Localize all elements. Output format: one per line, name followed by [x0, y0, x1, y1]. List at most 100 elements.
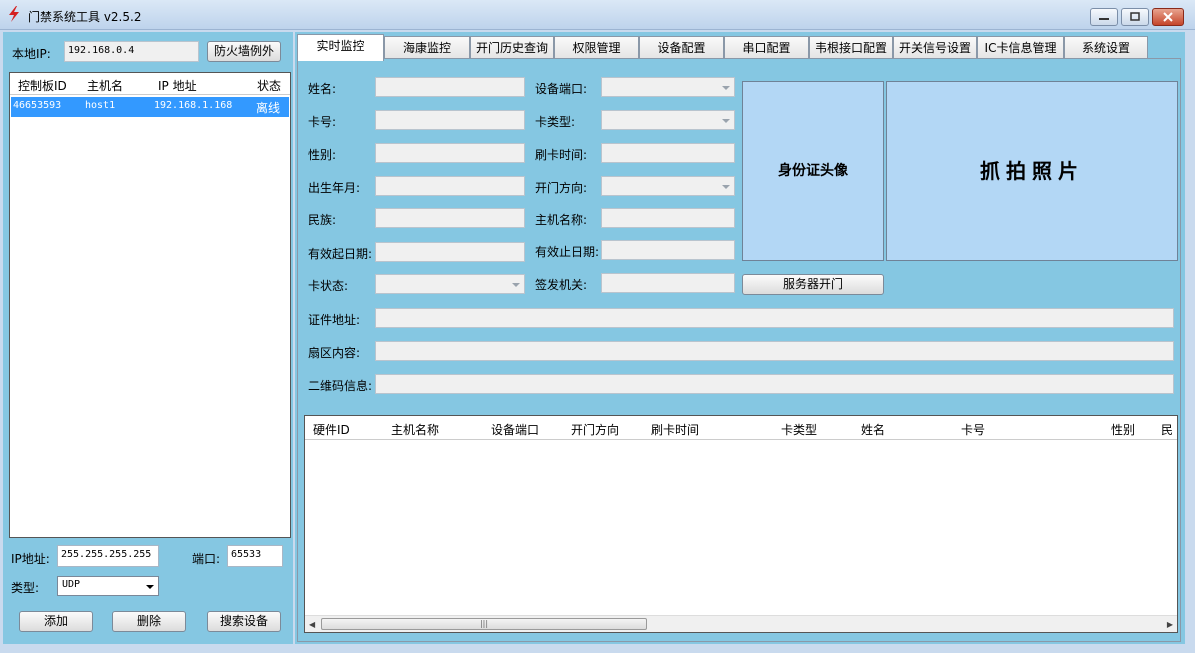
tab-door-history[interactable]: 开门历史查询 — [470, 36, 554, 60]
cell-host: host1 — [85, 100, 116, 111]
issuer-field[interactable] — [601, 273, 735, 293]
horizontal-scrollbar[interactable]: ◀ ||| ▶ — [305, 615, 1177, 632]
swipe-records-table[interactable]: 硬件ID 主机名称 设备端口 开门方向 刷卡时间 卡类型 姓名 卡号 性别 民 … — [304, 415, 1178, 633]
main-panel: 实时监控 海康监控 开门历史查询 权限管理 设备配置 串口配置 韦根接口配置 开… — [295, 32, 1185, 644]
card-no-field[interactable] — [375, 110, 525, 130]
title-bar: 门禁系统工具 v2.5.2 — [0, 0, 1195, 30]
maximize-button[interactable] — [1121, 8, 1149, 26]
scroll-thumb[interactable]: ||| — [321, 618, 647, 630]
chevron-down-icon — [722, 86, 730, 90]
id-photo-panel: 身份证头像 — [742, 81, 884, 261]
host-name-label: 主机名称: — [535, 213, 588, 227]
card-type-label: 卡类型: — [535, 115, 576, 129]
host-name-field[interactable] — [601, 208, 735, 228]
close-button[interactable] — [1152, 8, 1184, 26]
tab-wiegand-config[interactable]: 韦根接口配置 — [809, 36, 893, 60]
chevron-down-icon — [512, 283, 520, 287]
device-list-header: 控制板ID 主机名 IP 地址 状态 — [10, 73, 290, 95]
device-list[interactable]: 控制板ID 主机名 IP 地址 状态 46653593 host1 192.16… — [9, 72, 291, 538]
ethnicity-label: 民族: — [308, 213, 337, 227]
column-header[interactable]: 姓名 — [861, 421, 885, 438]
column-header[interactable]: 状态 — [257, 77, 281, 94]
tab-ic-card[interactable]: IC卡信息管理 — [977, 36, 1064, 60]
valid-to-field[interactable] — [601, 240, 735, 260]
close-icon — [1163, 12, 1173, 22]
id-photo-label: 身份证头像 — [778, 163, 848, 179]
snapshot-label: 抓拍照片 — [980, 159, 1084, 183]
column-header[interactable]: 民 — [1161, 421, 1176, 438]
column-header[interactable]: 主机名 — [87, 77, 123, 94]
gender-field[interactable] — [375, 143, 525, 163]
scroll-left-icon[interactable]: ◀ — [309, 620, 315, 629]
local-ip-label: 本地IP: — [12, 47, 51, 61]
cell-id: 46653593 — [13, 100, 62, 111]
column-header[interactable]: 开门方向 — [571, 421, 619, 438]
valid-from-field[interactable] — [375, 242, 525, 262]
column-header[interactable]: 刷卡时间 — [651, 421, 699, 438]
cell-ip: 192.168.1.168 — [154, 100, 233, 111]
local-ip-field[interactable]: 192.168.0.4 — [64, 41, 199, 62]
chevron-down-icon — [722, 119, 730, 123]
column-header[interactable]: IP 地址 — [158, 77, 197, 94]
sector-content-field[interactable] — [375, 341, 1174, 361]
card-status-select[interactable] — [375, 274, 525, 294]
ethnicity-field[interactable] — [375, 208, 525, 228]
birth-field[interactable] — [375, 176, 525, 196]
window-title: 门禁系统工具 v2.5.2 — [28, 10, 142, 24]
card-status-label: 卡状态: — [308, 279, 349, 293]
port-field[interactable]: 65533 — [227, 545, 283, 567]
column-header[interactable]: 性别 — [1111, 421, 1135, 438]
type-label: 类型: — [11, 581, 40, 595]
column-header[interactable]: 控制板ID — [18, 77, 67, 94]
name-label: 姓名: — [308, 82, 337, 96]
tab-device-config[interactable]: 设备配置 — [639, 36, 724, 60]
cell-status: 离线 — [256, 101, 281, 115]
device-panel: 本地IP: 192.168.0.4 防火墙例外 控制板ID 主机名 IP 地址 … — [3, 32, 293, 644]
device-port-select[interactable] — [601, 77, 735, 97]
minimize-icon — [1099, 18, 1109, 20]
server-open-door-button[interactable]: 服务器开门 — [742, 274, 884, 295]
delete-button[interactable]: 删除 — [112, 611, 186, 632]
birth-label: 出生年月: — [308, 181, 361, 195]
column-header[interactable]: 设备端口 — [491, 421, 539, 438]
tab-hikvision-monitor[interactable]: 海康监控 — [384, 36, 470, 60]
qr-info-field[interactable] — [375, 374, 1174, 394]
tab-bar: 实时监控 海康监控 开门历史查询 权限管理 设备配置 串口配置 韦根接口配置 开… — [297, 34, 1183, 61]
cert-address-label: 证件地址: — [308, 313, 361, 327]
name-field[interactable] — [375, 77, 525, 97]
qr-info-label: 二维码信息: — [308, 379, 373, 393]
ip-field[interactable]: 255.255.255.255 — [57, 545, 159, 567]
scroll-right-icon[interactable]: ▶ — [1167, 620, 1173, 629]
firewall-exception-button[interactable]: 防火墙例外 — [207, 41, 281, 62]
valid-from-label: 有效起日期: — [308, 247, 373, 261]
gender-label: 性别: — [308, 148, 337, 162]
window-bottom-border — [0, 646, 1195, 653]
tab-system-settings[interactable]: 系统设置 — [1064, 36, 1148, 60]
add-button[interactable]: 添加 — [19, 611, 93, 632]
minimize-button[interactable] — [1090, 8, 1118, 26]
list-item[interactable]: 46653593 host1 192.168.1.168 离线 — [11, 97, 289, 117]
door-direction-select[interactable] — [601, 176, 735, 196]
tab-permissions[interactable]: 权限管理 — [554, 36, 639, 60]
app-logo-icon — [9, 6, 19, 22]
swipe-time-field[interactable] — [601, 143, 735, 163]
cert-address-field[interactable] — [375, 308, 1174, 328]
column-header[interactable]: 卡号 — [961, 421, 985, 438]
swipe-time-label: 刷卡时间: — [535, 148, 588, 162]
search-device-button[interactable]: 搜索设备 — [207, 611, 281, 632]
tab-realtime-monitor[interactable]: 实时监控 — [297, 34, 384, 61]
type-select[interactable]: UDP — [57, 576, 159, 596]
table-header: 硬件ID 主机名称 设备端口 开门方向 刷卡时间 卡类型 姓名 卡号 性别 民 — [305, 416, 1177, 440]
tab-serial-config[interactable]: 串口配置 — [724, 36, 809, 60]
port-label: 端口: — [192, 552, 221, 566]
door-direction-label: 开门方向: — [535, 181, 588, 195]
card-type-select[interactable] — [601, 110, 735, 130]
tab-switch-signal[interactable]: 开关信号设置 — [893, 36, 977, 60]
column-header[interactable]: 主机名称 — [391, 421, 439, 438]
type-select-value: UDP — [62, 579, 81, 590]
column-header[interactable]: 卡类型 — [781, 421, 817, 438]
maximize-icon — [1130, 12, 1140, 21]
issuer-label: 签发机关: — [535, 278, 588, 292]
column-header[interactable]: 硬件ID — [313, 421, 350, 438]
chevron-down-icon — [722, 185, 730, 189]
